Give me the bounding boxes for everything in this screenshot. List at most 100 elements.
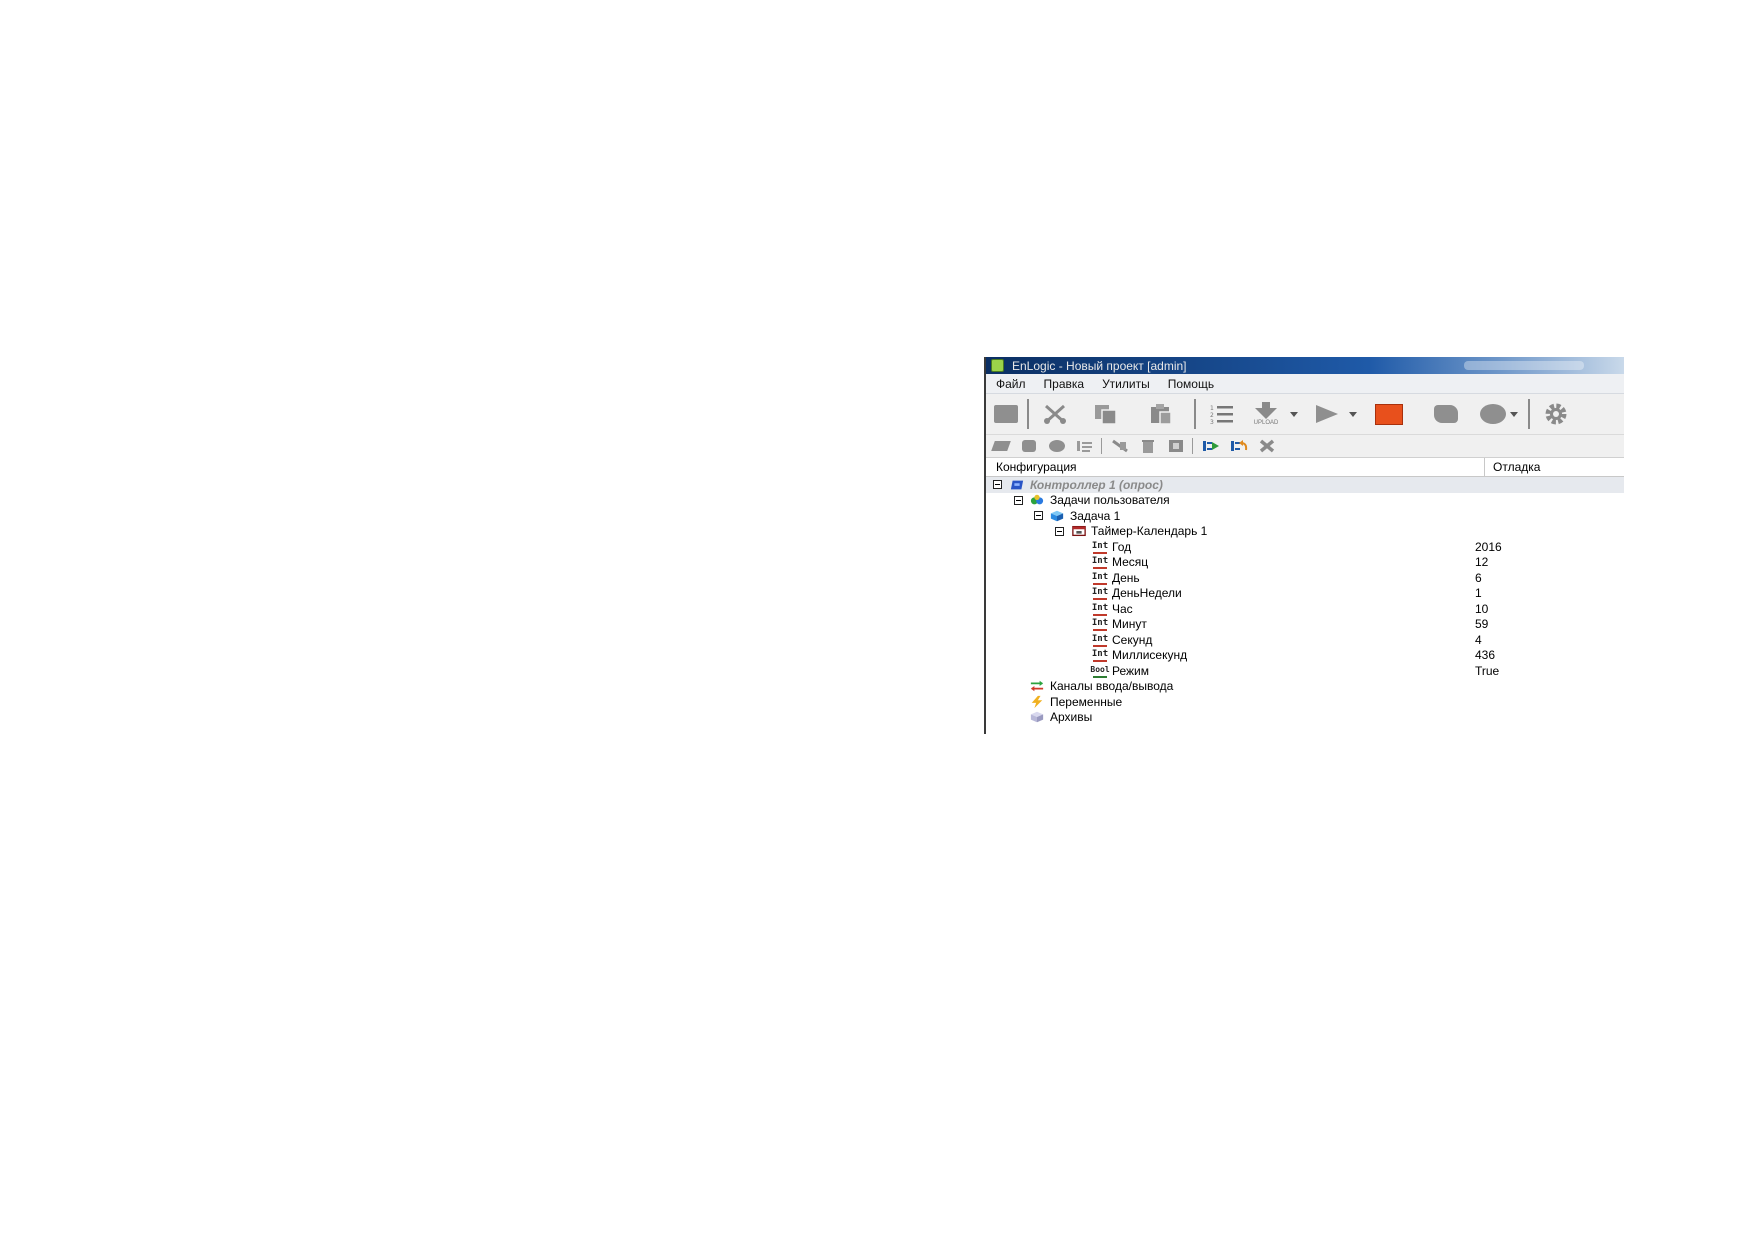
add-block-button[interactable] bbox=[1048, 438, 1066, 454]
add-controller-button[interactable] bbox=[991, 438, 1011, 454]
connect-button[interactable] bbox=[1479, 400, 1507, 428]
copy-button[interactable] bbox=[1092, 400, 1120, 428]
collapse-toggle[interactable] bbox=[1014, 495, 1023, 505]
param-name: Час bbox=[1112, 601, 1133, 616]
move-right-icon bbox=[1203, 441, 1219, 451]
column-header-debug[interactable]: Отладка bbox=[1485, 458, 1540, 476]
column-header-configuration[interactable]: Конфигурация bbox=[986, 458, 1485, 476]
gear-icon bbox=[1545, 403, 1567, 425]
add-task-button[interactable] bbox=[1020, 438, 1038, 454]
param-row[interactable]: Int Год 2016 bbox=[986, 539, 1624, 555]
tree-node-archives[interactable]: Архивы bbox=[986, 710, 1624, 726]
param-name: День bbox=[1112, 570, 1140, 585]
param-value: 4 bbox=[1475, 632, 1482, 647]
param-row[interactable]: Int Минут 59 bbox=[986, 617, 1624, 633]
title-bar[interactable]: EnLogic - Новый проект [admin] bbox=[986, 357, 1624, 374]
param-value: 1 bbox=[1475, 586, 1482, 601]
window-title: EnLogic - Новый проект [admin] bbox=[1012, 358, 1187, 373]
scissors-icon bbox=[1044, 404, 1066, 424]
int-type-icon: Int bbox=[1092, 602, 1108, 616]
user-tasks-icon bbox=[1030, 494, 1044, 506]
param-row[interactable]: Int Месяц 12 bbox=[986, 555, 1624, 571]
param-row[interactable]: Int Секунд 4 bbox=[986, 632, 1624, 648]
run-button[interactable] bbox=[1312, 400, 1340, 428]
window-controls-blurred bbox=[1464, 361, 1584, 370]
task-label: Задача 1 bbox=[1070, 508, 1121, 523]
properties-icon bbox=[1169, 440, 1183, 452]
param-row[interactable]: Bool Режим True bbox=[986, 663, 1624, 679]
paste-icon bbox=[1151, 404, 1172, 425]
copy-icon bbox=[1095, 405, 1117, 425]
param-row[interactable]: Int Час 10 bbox=[986, 601, 1624, 617]
toolbar-separator bbox=[1194, 399, 1196, 429]
menu-edit[interactable]: Правка bbox=[1044, 377, 1085, 391]
param-value: 6 bbox=[1475, 570, 1482, 585]
connection-icon bbox=[1480, 404, 1506, 424]
add-block-icon bbox=[1049, 440, 1065, 452]
paste-button[interactable] bbox=[1147, 400, 1175, 428]
param-name: Минут bbox=[1112, 617, 1147, 632]
collapse-toggle[interactable] bbox=[1055, 526, 1064, 536]
tree-node-io-channels[interactable]: Каналы ввода/вывода bbox=[986, 679, 1624, 695]
collapse-toggle[interactable] bbox=[1034, 511, 1043, 521]
add-controller-icon bbox=[991, 441, 1011, 451]
disconnect-button[interactable] bbox=[1111, 438, 1129, 454]
trash-icon bbox=[1142, 440, 1154, 453]
controller-icon bbox=[1010, 479, 1024, 491]
collapse-toggle[interactable] bbox=[993, 480, 1002, 490]
chip-icon bbox=[1434, 405, 1458, 423]
cut-button[interactable] bbox=[1041, 400, 1069, 428]
stop-button[interactable] bbox=[1375, 400, 1403, 428]
upload-dropdown-icon[interactable] bbox=[1290, 411, 1298, 417]
properties-button[interactable] bbox=[1167, 438, 1185, 454]
delete-button[interactable] bbox=[1139, 438, 1157, 454]
param-value: 10 bbox=[1475, 601, 1489, 616]
main-toolbar: 1 2 3 UPLOAD bbox=[986, 394, 1624, 435]
toolbar-separator bbox=[1027, 399, 1029, 429]
run-dropdown-icon[interactable] bbox=[1349, 411, 1357, 417]
int-type-icon: Int bbox=[1092, 633, 1108, 647]
disconnect-icon bbox=[1112, 439, 1128, 453]
add-task-icon bbox=[1022, 440, 1036, 452]
numbered-list-button[interactable]: 1 2 3 bbox=[1208, 400, 1236, 428]
toolbar-separator bbox=[1528, 399, 1530, 429]
upload-button[interactable]: UPLOAD bbox=[1249, 400, 1283, 428]
move-right-button[interactable] bbox=[1202, 438, 1220, 454]
undo-move-button[interactable] bbox=[1230, 438, 1248, 454]
param-name: Миллисекунд bbox=[1112, 648, 1188, 663]
tree-node-controller[interactable]: Контроллер 1 (опрос) bbox=[986, 477, 1624, 493]
param-name: ДеньНедели bbox=[1112, 586, 1182, 601]
param-value: 436 bbox=[1475, 648, 1496, 663]
settings-button[interactable] bbox=[1542, 400, 1570, 428]
controller-button[interactable] bbox=[1432, 400, 1460, 428]
new-button[interactable] bbox=[992, 400, 1020, 428]
variables-label: Переменные bbox=[1050, 694, 1123, 709]
svg-text:2: 2 bbox=[1210, 412, 1214, 419]
close-block-button[interactable] bbox=[1258, 438, 1276, 454]
param-row[interactable]: Int Миллисекунд 436 bbox=[986, 648, 1624, 664]
tree-node-user-tasks[interactable]: Задачи пользователя bbox=[986, 493, 1624, 509]
new-icon bbox=[994, 405, 1018, 423]
param-value: True bbox=[1475, 663, 1500, 678]
archive-icon bbox=[1030, 711, 1044, 723]
param-value: 12 bbox=[1475, 555, 1489, 570]
tree-node-task-1[interactable]: Задача 1 bbox=[986, 508, 1624, 524]
stop-icon bbox=[1375, 403, 1403, 425]
menu-help[interactable]: Помощь bbox=[1168, 377, 1214, 391]
tree-node-timer-calendar[interactable]: Таймер-Календарь 1 bbox=[986, 524, 1624, 540]
secondary-toolbar bbox=[986, 435, 1624, 458]
menu-file[interactable]: Файл bbox=[996, 377, 1026, 391]
param-name: Секунд bbox=[1112, 632, 1153, 647]
enlogic-window: EnLogic - Новый проект [admin] Файл Прав… bbox=[984, 357, 1624, 734]
tree-node-variables[interactable]: Переменные bbox=[986, 694, 1624, 710]
int-type-icon: Int bbox=[1092, 540, 1108, 554]
param-value: 59 bbox=[1475, 617, 1489, 632]
add-variable-button[interactable] bbox=[1076, 438, 1094, 454]
int-type-icon: Int bbox=[1092, 617, 1108, 632]
param-row[interactable]: Int ДеньНедели 1 bbox=[986, 586, 1624, 602]
variable-list-icon bbox=[1077, 441, 1092, 452]
menu-utilities[interactable]: Утилиты bbox=[1102, 377, 1150, 391]
menu-bar: Файл Правка Утилиты Помощь bbox=[986, 374, 1624, 394]
param-row[interactable]: Int День 6 bbox=[986, 570, 1624, 586]
connect-dropdown-icon[interactable] bbox=[1510, 411, 1518, 417]
